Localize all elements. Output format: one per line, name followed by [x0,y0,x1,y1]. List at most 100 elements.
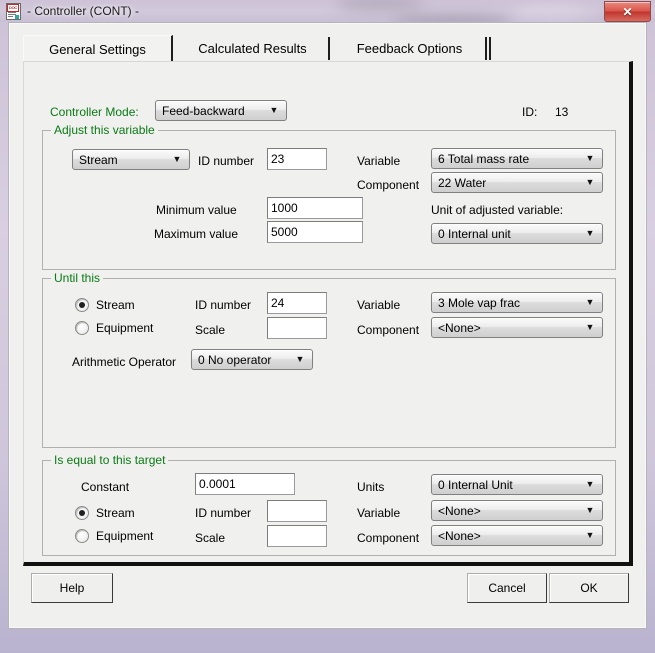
window-title: - Controller (CONT) - [27,4,140,18]
until-variable-dropdown[interactable]: 3 Mole vap frac ▼ [431,292,603,313]
tab-separator [485,37,487,60]
adjust-id-number-label: ID number [198,154,255,168]
chevron-down-icon: ▼ [295,354,305,364]
target-variable-dropdown[interactable]: <None> ▼ [431,500,603,521]
controller-mode-dropdown[interactable]: Feed-backward ▼ [155,100,287,121]
adjust-variable-value: 6 Total mass rate [438,151,530,166]
radio-unselected-icon [75,321,89,335]
tab-calculated-results[interactable]: Calculated Results [175,35,330,62]
adjust-maximum-input[interactable]: 5000 [267,221,363,243]
chevron-down-icon: ▼ [585,153,595,163]
until-id-number-label: ID number [195,298,252,312]
adjust-variable-group: Adjust this variable Stream ▼ ID number … [42,123,616,270]
adjust-maximum-label: Maximum value [154,227,239,241]
adjust-component-value: 22 Water [438,175,487,190]
adjust-component-label: Component [357,178,420,192]
adjust-id-number-input[interactable]: 23 [267,148,327,170]
until-variable-value: 3 Mole vap frac [438,295,521,310]
target-radio-equipment[interactable]: Equipment [75,529,153,543]
until-radio-stream-label: Stream [96,298,135,312]
tab-feedback-options[interactable]: Feedback Options [332,35,487,62]
target-constant-input[interactable]: 0.0001 [195,473,295,495]
adjust-unit-value: 0 Internal unit [438,226,511,241]
general-settings-panel: Controller Mode: Feed-backward ▼ ID: 13 … [23,61,633,566]
ok-button[interactable]: OK [549,573,629,603]
until-component-value: <None> [438,320,481,335]
adjust-maximum-value: 5000 [271,225,298,239]
radio-unselected-icon [75,529,89,543]
cancel-button-label: Cancel [488,581,526,595]
target-radio-stream[interactable]: Stream [75,506,135,520]
adjust-id-number-value: 23 [271,152,285,166]
tab-separator [328,37,330,60]
target-component-dropdown[interactable]: <None> ▼ [431,525,603,546]
target-constant-value: 0.0001 [199,477,236,491]
adjust-minimum-input[interactable]: 1000 [267,197,363,219]
target-radio-stream-label: Stream [96,506,135,520]
until-this-group: Until this Stream Equipment ID number 24… [42,271,616,448]
adjust-object-type-value: Stream [79,152,118,167]
close-icon: ✕ [622,4,633,19]
adjust-component-dropdown[interactable]: 22 Water ▼ [431,172,603,193]
adjust-variable-group-title: Adjust this variable [51,123,158,137]
tab-label: Feedback Options [356,41,463,56]
chevron-down-icon: ▼ [585,322,595,332]
document-doc-icon: DOC [5,3,21,20]
adjust-minimum-value: 1000 [271,201,298,215]
until-arithmetic-operator-dropdown[interactable]: 0 No operator ▼ [191,349,313,370]
tab-strip: General Settings Calculated Results Feed… [23,35,631,62]
until-id-number-input[interactable]: 24 [267,292,327,314]
controller-mode-value: Feed-backward [162,103,245,118]
target-scale-label: Scale [195,531,226,545]
controller-dialog-window: DOC - Controller (CONT) - ✕ General Sett… [0,0,655,638]
tab-general-settings[interactable]: General Settings [23,35,173,62]
chevron-down-icon: ▼ [269,105,279,115]
cancel-button[interactable]: Cancel [467,573,547,603]
until-arithmetic-operator-value: 0 No operator [198,352,272,367]
tab-label: Calculated Results [198,41,307,56]
until-arithmetic-operator-label: Arithmetic Operator [72,355,177,369]
window-titlebar[interactable]: DOC - Controller (CONT) - ✕ [0,0,655,22]
chevron-down-icon: ▼ [172,154,182,164]
until-radio-equipment-label: Equipment [96,321,154,335]
until-component-dropdown[interactable]: <None> ▼ [431,317,603,338]
until-scale-input[interactable] [267,317,327,339]
target-group-title: Is equal to this target [51,453,169,467]
target-units-dropdown[interactable]: 0 Internal Unit ▼ [431,474,603,495]
until-component-label: Component [357,323,420,337]
controller-id-value: 13 [555,105,569,119]
until-variable-label: Variable [357,298,401,312]
target-scale-input[interactable] [267,525,327,547]
tab-strip-end-divider [489,37,491,60]
controller-mode-label: Controller Mode: [50,105,139,119]
until-radio-stream[interactable]: Stream [75,298,135,312]
until-this-group-title: Until this [51,271,104,285]
ok-button-label: OK [580,581,598,595]
adjust-minimum-label: Minimum value [156,203,237,217]
target-units-value: 0 Internal Unit [438,477,513,492]
help-button[interactable]: Help [31,573,113,603]
adjust-object-type-dropdown[interactable]: Stream ▼ [72,149,190,170]
target-id-number-label: ID number [195,506,252,520]
target-variable-value: <None> [438,503,481,518]
controller-id-label: ID: [522,105,538,119]
chevron-down-icon: ▼ [585,530,595,540]
adjust-variable-dropdown[interactable]: 6 Total mass rate ▼ [431,148,603,169]
chevron-down-icon: ▼ [585,297,595,307]
target-radio-equipment-label: Equipment [96,529,154,543]
until-scale-label: Scale [195,323,226,337]
target-constant-label: Constant [81,480,130,494]
chevron-down-icon: ▼ [585,177,595,187]
until-radio-equipment[interactable]: Equipment [75,321,153,335]
chevron-down-icon: ▼ [585,479,595,489]
chevron-down-icon: ▼ [585,228,595,238]
adjust-unit-dropdown[interactable]: 0 Internal unit ▼ [431,223,603,244]
target-id-number-input[interactable] [267,500,327,522]
radio-selected-icon [75,506,89,520]
target-group: Is equal to this target Constant 0.0001 … [42,453,616,556]
until-id-number-value: 24 [271,296,285,310]
adjust-unit-label: Unit of adjusted variable: [431,203,564,217]
target-units-label: Units [357,480,385,494]
adjust-variable-label: Variable [357,154,401,168]
close-button[interactable]: ✕ [604,1,651,22]
